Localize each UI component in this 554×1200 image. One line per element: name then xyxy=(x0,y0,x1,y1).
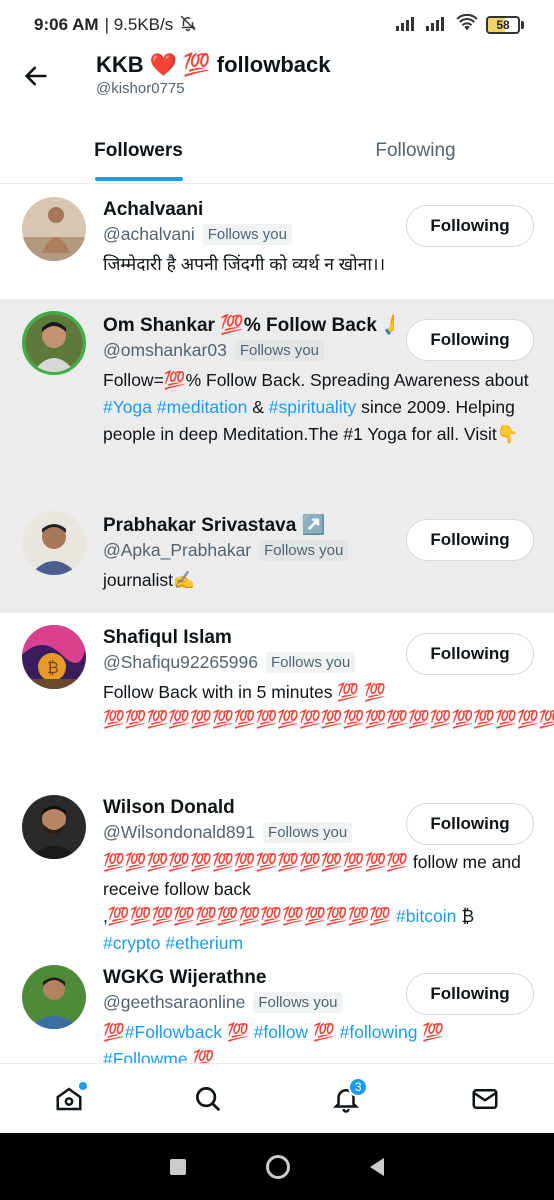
status-bar: 9:06 AM | 9.5KB/s 58 xyxy=(0,0,554,50)
following-button[interactable]: Following xyxy=(406,519,534,561)
follows-you-badge: Follows you xyxy=(265,652,356,673)
bio-text: Follow=💯% Follow Back. Spreading Awarene… xyxy=(103,370,529,390)
following-button[interactable]: Following xyxy=(406,973,534,1015)
tab-label: Following xyxy=(375,139,456,161)
following-button[interactable]: Following xyxy=(406,633,534,675)
user-handle: @Shafiqu92265996 xyxy=(103,652,258,672)
hashtag-link[interactable]: #Followme xyxy=(103,1049,188,1063)
follows-you-badge: Follows you xyxy=(202,224,292,245)
profile-handle: @kishor0775 xyxy=(96,80,185,97)
tab-followers[interactable]: Followers xyxy=(0,118,277,183)
tab-following[interactable]: Following xyxy=(277,118,554,183)
user-bio: 💯💯💯💯💯💯💯💯💯💯💯💯💯💯 follow me and receive fol… xyxy=(103,849,534,957)
user-display-name: Shafiqul Islam xyxy=(103,627,232,648)
user-bio: जिम्मेदारी है अपनी जिंदगी को व्यर्थ न खो… xyxy=(103,251,534,278)
user-handle: @geethsaraonline xyxy=(103,992,246,1012)
hashtag-link[interactable]: #crypto xyxy=(103,933,160,953)
battery-icon: 58 xyxy=(486,16,524,34)
follows-you-badge: Follows you xyxy=(253,992,343,1013)
signal-icon xyxy=(396,15,418,36)
user-bio: Follow Back with in 5 minutes 💯 💯 💯💯💯💯💯💯… xyxy=(103,679,554,733)
user-handle: @Apka_Prabhakar xyxy=(103,540,252,560)
follows-you-badge: Follows you xyxy=(263,822,353,843)
hashtag-link[interactable]: #Followback xyxy=(125,1022,222,1042)
search-icon xyxy=(195,1086,220,1111)
user-display-name: WGKG Wijerathne xyxy=(103,967,267,988)
follows-you-badge: Follows you xyxy=(259,540,349,561)
nav-messages[interactable] xyxy=(455,1069,515,1129)
user-display-name: Om Shankar 💯% Follow Back 🙏 xyxy=(103,315,394,336)
user-handle: @achalvani xyxy=(103,224,195,244)
followers-list[interactable]: Achalvaani @achalvani Follows you जिम्मे… xyxy=(0,185,554,1063)
following-button[interactable]: Following xyxy=(406,319,534,361)
battery-level: 58 xyxy=(496,18,510,32)
bell-off-icon xyxy=(179,14,197,37)
network-speed: | 9.5KB/s xyxy=(104,15,174,34)
list-item[interactable]: ₿ Shafiqul Islam @Shafiqu92265996 Follow… xyxy=(0,613,554,783)
hashtag-link[interactable]: #etherium xyxy=(165,933,243,953)
user-handle: @Wilsondonald891 xyxy=(103,822,256,842)
list-item[interactable]: Achalvaani @achalvani Follows you जिम्मे… xyxy=(0,185,554,299)
status-time: 9:06 AM xyxy=(34,15,99,34)
arrow-left-icon xyxy=(24,66,47,86)
user-display-name: Achalvaani xyxy=(103,199,204,220)
nav-search[interactable] xyxy=(178,1069,238,1129)
avatar[interactable] xyxy=(22,311,86,375)
bio-text: 💯 xyxy=(103,1022,125,1042)
hashtag-link[interactable]: #Yoga xyxy=(103,397,152,417)
bio-text: & xyxy=(247,397,269,417)
user-bio: journalist✍️ xyxy=(103,567,534,594)
bio-text: 💯 xyxy=(222,1022,254,1042)
list-item[interactable]: Wilson Donald @Wilsondonald891 Follows y… xyxy=(0,783,554,953)
hashtag-link[interactable]: #spirituality xyxy=(269,397,357,417)
back-nav-button[interactable] xyxy=(370,1157,384,1176)
hashtag-link[interactable]: #following xyxy=(340,1022,418,1042)
svg-text:₿: ₿ xyxy=(47,658,59,677)
user-bio: 💯#Followback 💯 #follow 💯 #following 💯 #F… xyxy=(103,1019,534,1063)
notification-count-badge: 3 xyxy=(348,1076,369,1097)
tab-bar: Followers Following xyxy=(0,118,554,184)
signal-icon xyxy=(426,15,448,36)
hashtag-link[interactable]: #bitcoin xyxy=(396,906,456,926)
active-tab-indicator xyxy=(94,177,183,181)
bio-text: ₿ xyxy=(456,906,475,926)
bio-text: जिम्मेदारी है अपनी जिंदगी को व्यर्थ न खो… xyxy=(103,254,386,274)
following-button[interactable]: Following xyxy=(406,803,534,845)
page-title: KKB ❤️ 💯 followback xyxy=(96,52,331,77)
bio-text: 💯 xyxy=(187,1049,215,1063)
list-item[interactable]: Om Shankar 💯% Follow Back 🙏 @omshankar03… xyxy=(0,299,554,499)
avatar[interactable] xyxy=(22,511,86,575)
avatar[interactable] xyxy=(22,197,86,261)
avatar[interactable] xyxy=(22,795,86,859)
user-display-name: Prabhakar Srivastava ↗️ xyxy=(103,515,326,536)
user-bio: Follow=💯% Follow Back. Spreading Awarene… xyxy=(103,367,534,448)
wifi-icon xyxy=(456,13,478,37)
mail-icon xyxy=(472,1088,498,1109)
avatar[interactable]: ₿ xyxy=(22,625,86,689)
hashtag-link[interactable]: #meditation xyxy=(157,397,247,417)
user-handle: @omshankar03 xyxy=(103,340,227,360)
list-item[interactable]: WGKG Wijerathne @geethsaraonline Follows… xyxy=(0,953,554,1063)
avatar[interactable] xyxy=(22,965,86,1029)
following-button[interactable]: Following xyxy=(406,205,534,247)
bio-text: 💯 xyxy=(308,1022,340,1042)
home-button[interactable] xyxy=(266,1154,290,1179)
profile-header: KKB ❤️ 💯 followback @kishor0775 xyxy=(0,50,554,110)
follows-you-badge: Follows you xyxy=(234,340,325,361)
nav-notifications[interactable]: 3 xyxy=(316,1069,376,1129)
back-button[interactable] xyxy=(22,62,50,90)
nav-home[interactable] xyxy=(39,1069,99,1129)
user-display-name: Wilson Donald xyxy=(103,797,235,818)
recents-button[interactable] xyxy=(170,1158,186,1175)
bottom-navigation: 3 xyxy=(0,1063,554,1133)
bio-text: Follow Back with in 5 minutes 💯 💯 💯💯💯💯💯💯… xyxy=(103,682,554,729)
list-item[interactable]: Prabhakar Srivastava ↗️ @Apka_Prabhakar … xyxy=(0,499,554,613)
bio-text: 💯 xyxy=(417,1022,445,1042)
tab-label: Followers xyxy=(94,139,183,161)
bio-text: journalist✍️ xyxy=(103,570,195,590)
new-content-dot xyxy=(79,1081,88,1090)
hashtag-link[interactable]: #follow xyxy=(254,1022,308,1042)
system-navigation-bar xyxy=(0,1133,554,1200)
